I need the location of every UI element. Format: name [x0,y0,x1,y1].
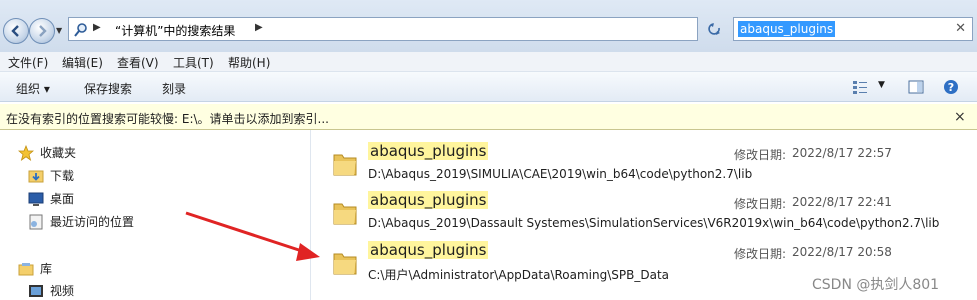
help-icon[interactable]: ? [943,79,959,95]
menu-bar: 文件(F) 编辑(E) 查看(V) 工具(T) 帮助(H) [0,52,977,72]
burn-button[interactable]: 刻录 [162,80,186,97]
command-bar: 组织 ▾ 保存搜索 刻录 ▼ ? [0,72,977,102]
result-date: 2022/8/17 22:57 [792,146,892,160]
address-bar[interactable]: ▶ “计算机”中的搜索结果 ▶ ▼ [68,17,753,41]
nav-item-label: 桌面 [50,192,75,206]
video-icon [29,284,43,297]
breadcrumb-separator-icon[interactable]: ▶ [255,22,263,33]
result-path: D:\Abaqus_2019\Dassault Systemes\Simulat… [368,216,940,230]
result-date-label: 修改日期: [734,148,787,162]
menu-help[interactable]: 帮助(H) [228,54,270,71]
result-date-label: 修改日期: [734,247,787,261]
breadcrumb-search-results[interactable]: “计算机”中的搜索结果 [115,22,235,39]
recent-places-icon [29,214,43,229]
menu-tools[interactable]: 工具(T) [173,54,214,71]
nav-item-favorites[interactable]: 收藏夹 [18,144,76,161]
star-icon [18,144,34,161]
result-path: D:\Abaqus_2019\SIMULIA\CAE\2019\win_b64\… [368,167,753,181]
watermark: CSDN @执剑人801 [812,277,940,293]
folder-icon [333,154,357,176]
forward-button[interactable] [29,18,55,44]
result-name[interactable]: abaqus_plugins [368,241,489,259]
result-name[interactable]: abaqus_plugins [368,191,489,209]
breadcrumb-separator-icon[interactable]: ▶ [93,22,101,33]
result-name[interactable]: abaqus_plugins [368,142,489,160]
nav-item-videos[interactable]: 视频 [28,282,74,299]
info-bar[interactable]: 在没有索引的位置搜索可能较慢: E:\。请单击以添加到索引... × [0,104,977,130]
result-item[interactable]: abaqus_plugins 修改日期: 2022/8/17 22:41 D:\… [330,190,970,236]
result-item[interactable]: abaqus_plugins 修改日期: 2022/8/17 22:57 D:\… [330,141,970,187]
preview-pane-icon[interactable] [908,79,924,95]
address-row: ▼ ▶ “计算机”中的搜索结果 ▶ ▼ abaqus_plugins ✕ [0,0,977,52]
desktop-icon [28,192,44,206]
forward-arrow-icon [39,25,47,37]
svg-text:?: ? [948,81,954,94]
close-icon[interactable]: × [954,109,966,125]
back-arrow-icon [11,25,19,37]
nav-item-desktop[interactable]: 桌面 [28,190,74,207]
result-date-label: 修改日期: [734,197,787,211]
folder-icon [333,253,357,275]
menu-edit[interactable]: 编辑(E) [62,54,103,71]
clear-search-icon[interactable]: ✕ [955,21,966,36]
result-date: 2022/8/17 22:41 [792,195,892,209]
menu-file[interactable]: 文件(F) [8,54,48,71]
result-path: C:\用户\Administrator\AppData\Roaming\SPB_… [368,268,670,282]
history-dropdown-icon[interactable]: ▼ [56,26,66,36]
menu-view[interactable]: 查看(V) [117,54,159,71]
search-input[interactable]: abaqus_plugins ✕ [733,17,973,41]
search-input-value[interactable]: abaqus_plugins [738,21,836,37]
folder-icon [333,203,357,225]
nav-item-label: 库 [40,262,53,276]
annotation-arrow-icon [185,211,320,261]
change-view-icon[interactable] [852,79,868,95]
result-date: 2022/8/17 20:58 [792,245,892,259]
nav-item-label: 下载 [50,169,75,183]
save-search-button[interactable]: 保存搜索 [84,80,132,97]
nav-item-libraries[interactable]: 库 [18,260,52,277]
organize-button[interactable]: 组织 ▾ [16,80,50,97]
back-button[interactable] [3,18,29,44]
downloads-folder-icon [28,170,44,182]
nav-item-label: 收藏夹 [40,146,77,160]
refresh-icon[interactable] [706,20,724,38]
nav-item-label: 最近访问的位置 [50,215,135,229]
view-dropdown-icon[interactable]: ▼ [878,80,885,90]
nav-item-downloads[interactable]: 下载 [28,167,74,184]
library-icon [18,262,34,275]
info-bar-message[interactable]: 在没有索引的位置搜索可能较慢: E:\。请单击以添加到索引... [6,110,329,127]
nav-item-label: 视频 [50,284,75,298]
search-folder-icon [74,23,87,37]
nav-item-recent-places[interactable]: 最近访问的位置 [28,213,134,230]
